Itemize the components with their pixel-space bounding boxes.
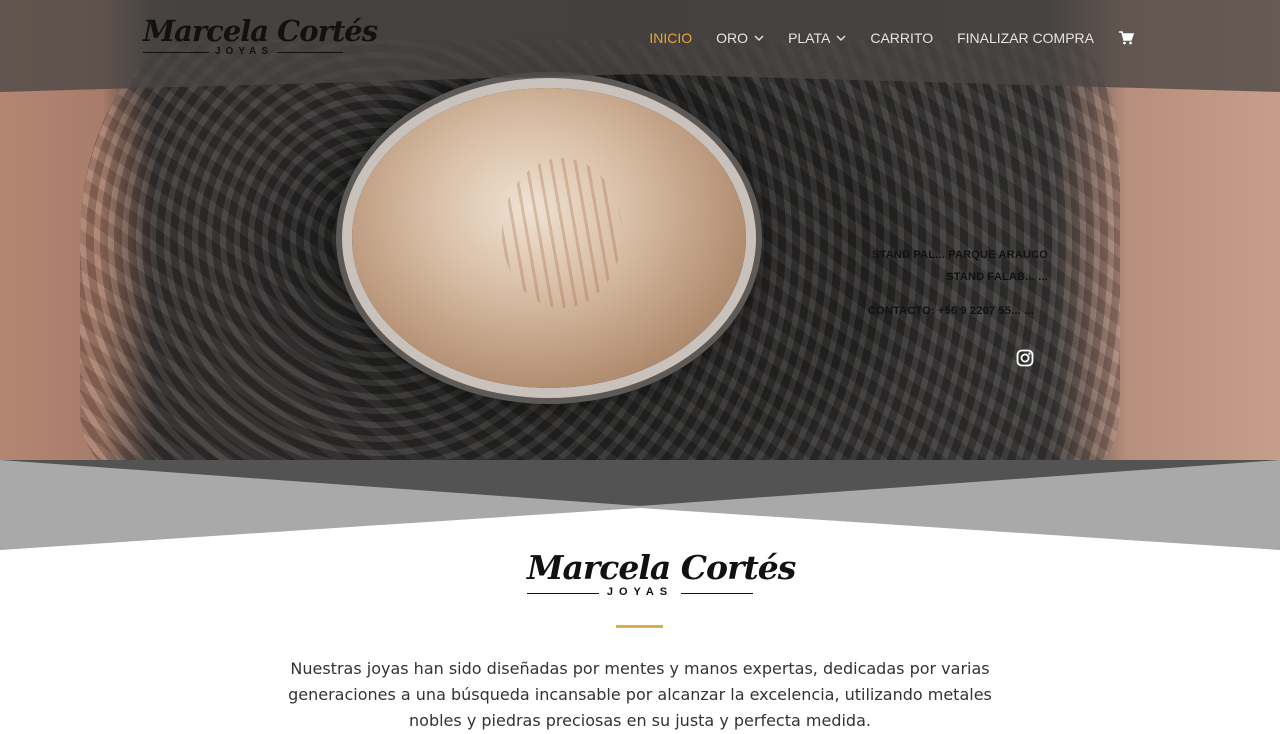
stand-falabella: STAND FALAB... ... — [946, 271, 1048, 283]
header-logo[interactable]: Marcela Cortés JOYAS — [143, 14, 378, 60]
nav-label: PLATA — [788, 30, 831, 46]
logo-subtext: JOYAS — [215, 46, 273, 57]
section-divider — [0, 460, 1280, 552]
gemstone-image — [352, 88, 746, 388]
gold-divider — [616, 625, 663, 628]
nav-item-inicio[interactable]: INICIO — [649, 30, 692, 46]
nav-label: FINALIZAR COMPRA — [957, 30, 1094, 46]
site-header: Marcela Cortés JOYAS INICIO ORO PLATA CA… — [0, 0, 1280, 74]
logo-script-text: Marcela Cortés — [527, 548, 796, 587]
chevron-down-icon — [754, 35, 764, 41]
logo-rule-right — [681, 593, 753, 594]
header-wedge-shape — [0, 74, 1280, 92]
nav-item-carrito[interactable]: CARRITO — [870, 30, 933, 46]
content-logo: Marcela Cortés JOYAS — [527, 548, 796, 604]
stand-parque-arauco: STAND PAL... PARQUE ARAUCO — [872, 249, 1048, 261]
logo-script-text: Marcela Cortés — [143, 14, 378, 48]
nav-item-finalizar-compra[interactable]: FINALIZAR COMPRA — [957, 30, 1094, 46]
nav-label: INICIO — [649, 30, 693, 46]
contact-phone: CONTACTO: +56 9 2207 55... ... — [867, 305, 1034, 317]
logo-subtext: JOYAS — [606, 586, 674, 598]
logo-rule-right — [277, 52, 343, 53]
main-nav: INICIO ORO PLATA CARRITO FINALIZAR COMPR… — [649, 28, 1134, 48]
nav-label: ORO — [716, 30, 749, 46]
nav-item-oro[interactable]: ORO — [716, 30, 764, 46]
nav-label: CARRITO — [870, 30, 934, 46]
shopping-cart-icon[interactable] — [1118, 30, 1134, 46]
instagram-icon[interactable] — [1016, 349, 1034, 367]
logo-rule-left — [143, 52, 209, 53]
logo-rule-left — [527, 593, 599, 594]
nav-item-plata[interactable]: PLATA — [788, 30, 846, 46]
chevron-down-icon — [836, 35, 846, 41]
intro-paragraph: Nuestras joyas han sido diseñadas por me… — [288, 659, 992, 730]
